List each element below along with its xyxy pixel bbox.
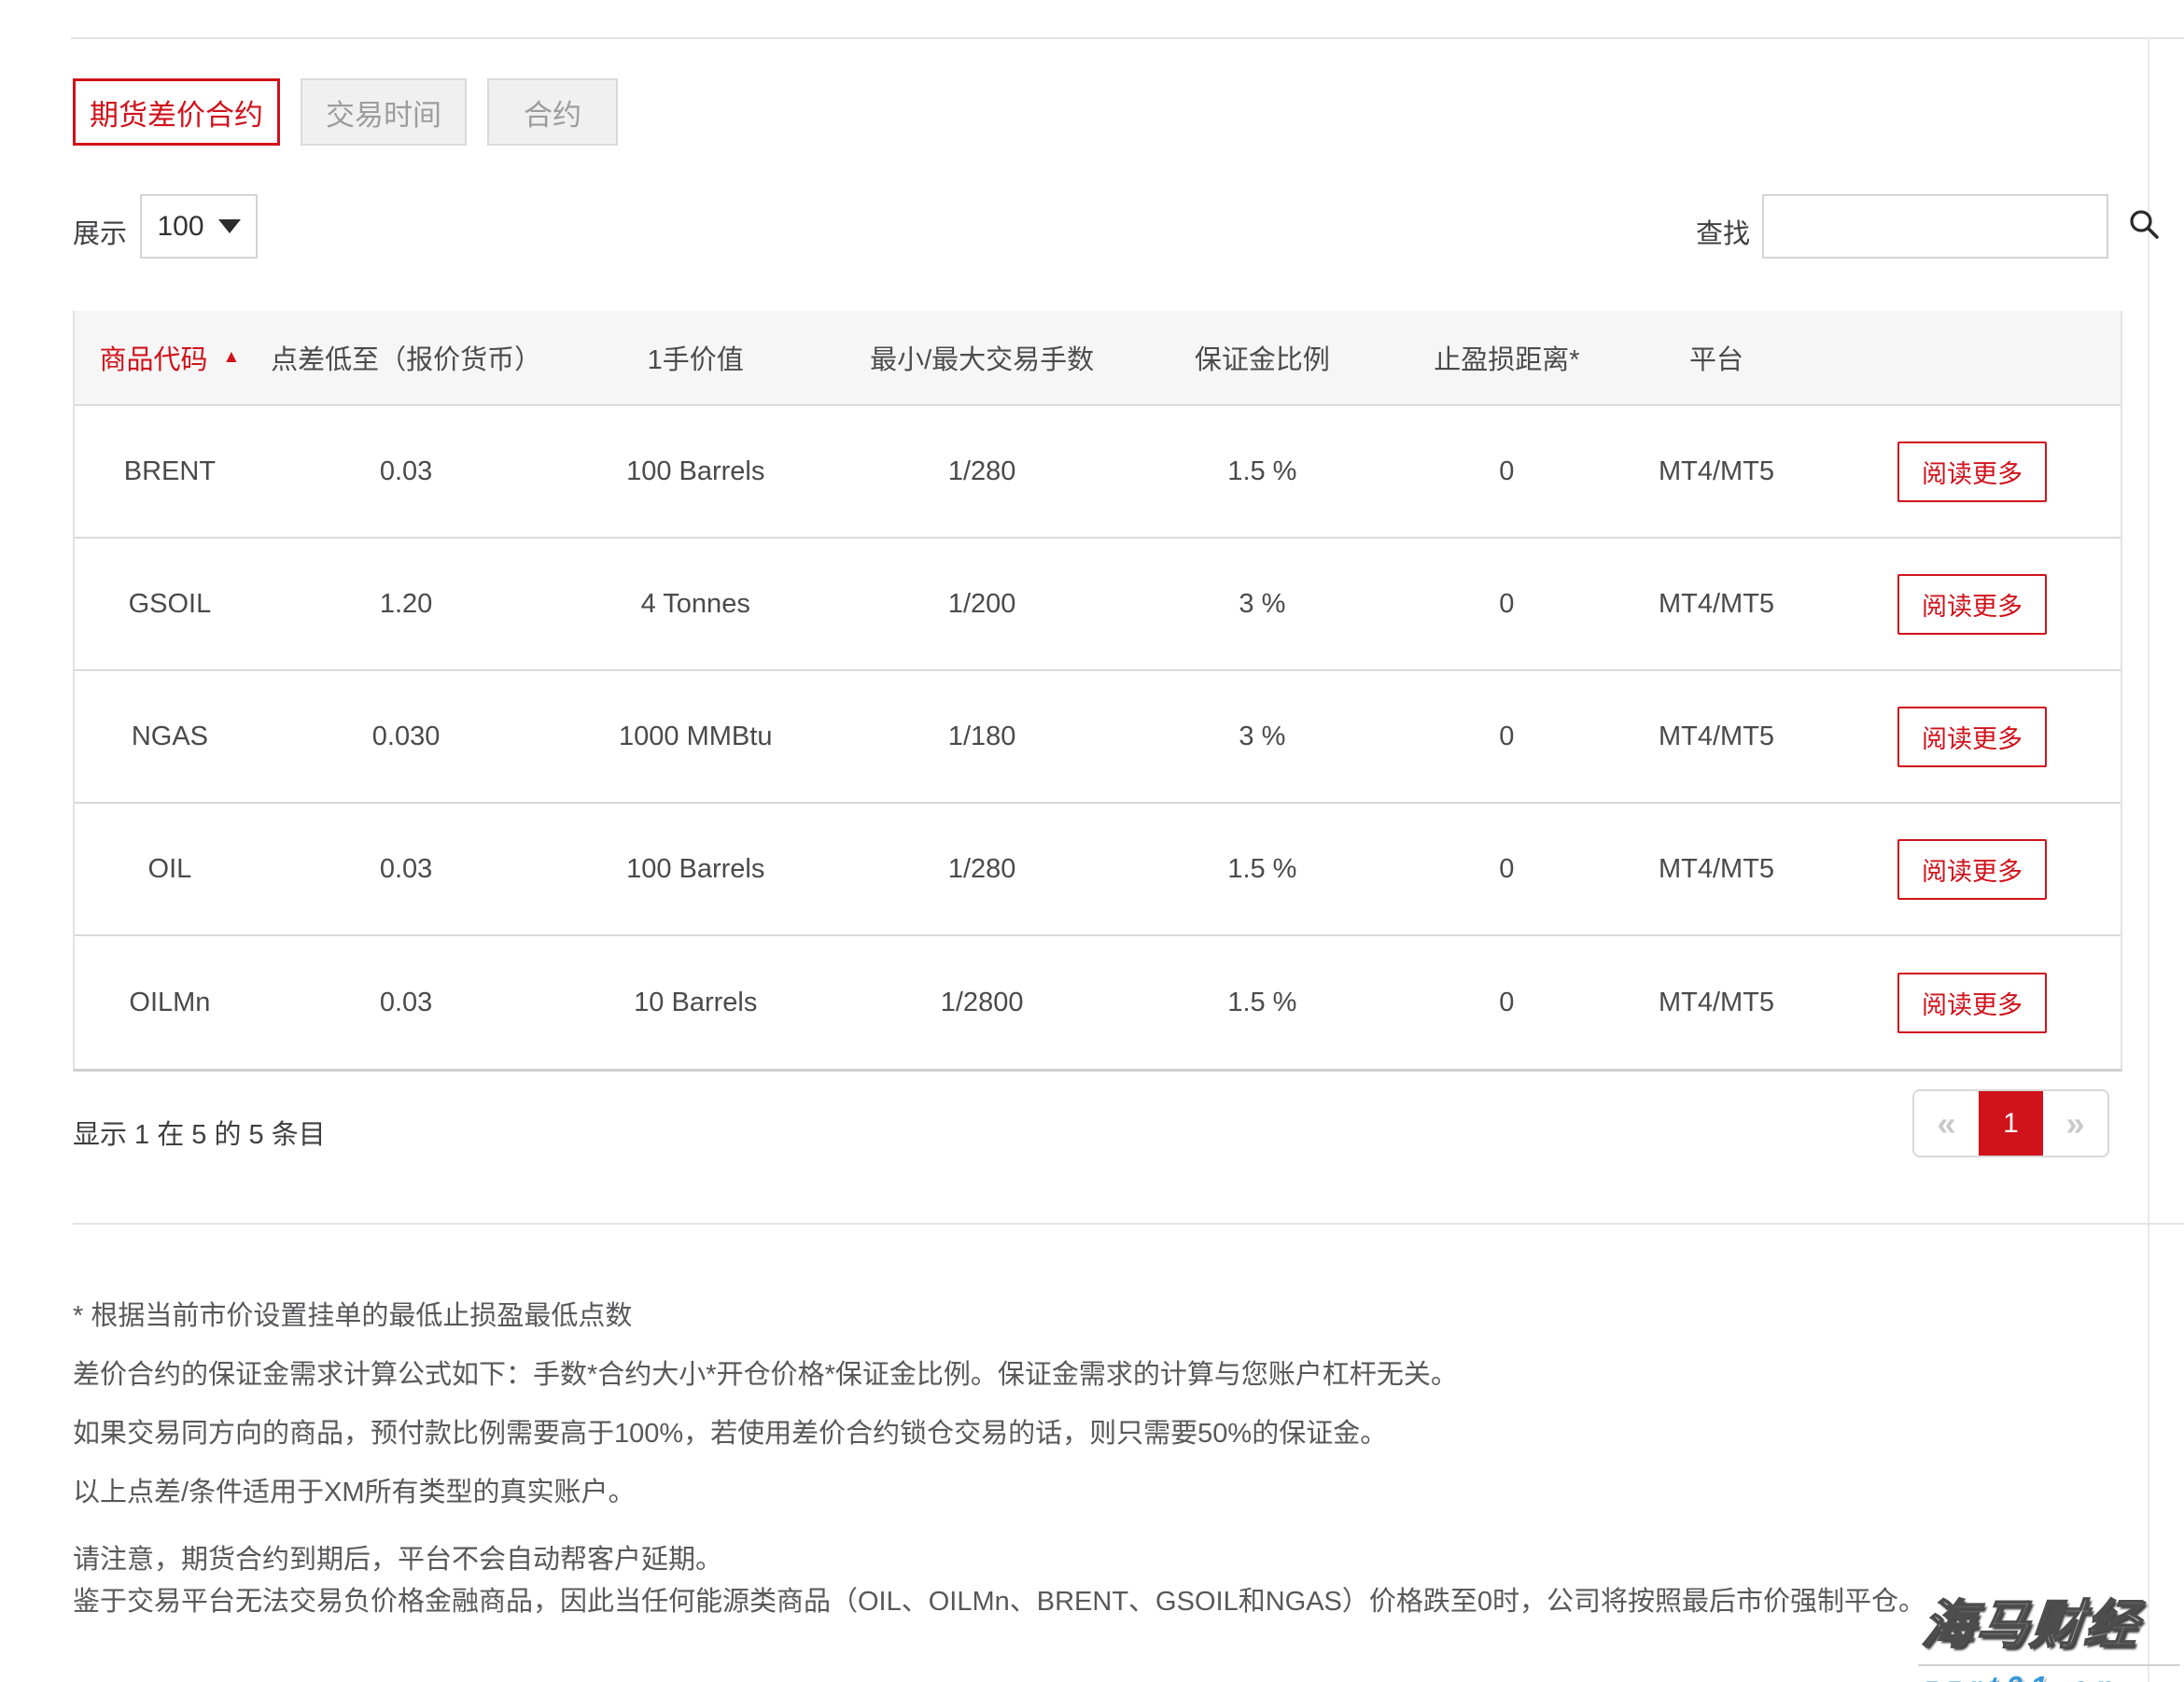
cell-spread: 0.030	[265, 722, 547, 752]
notice-block: 请注意，期货合约到期后，平台不会自动帮客户延期。 鉴于交易平台无法交易负价格金融…	[73, 1539, 1925, 1623]
cell-min-max-lots: 1/200	[844, 589, 1120, 620]
footnote-margin-formula: 差价合约的保证金需求计算公式如下：手数*合约大小*开仓价格*保证金比例。保证金需…	[73, 1358, 1458, 1392]
column-header-spread[interactable]: 点差低至（报价货币）	[265, 338, 547, 377]
column-header-symbol[interactable]: 商品代码 ▲	[75, 338, 265, 377]
sort-asc-icon: ▲	[223, 347, 241, 368]
footnote-hedged-margin: 如果交易同方向的商品，预付款比例需要高于100%，若使用差价合约锁仓交易的话，则…	[73, 1417, 1458, 1451]
read-more-button[interactable]: 阅读更多	[1897, 574, 2047, 635]
cell-platform: MT4/MT5	[1609, 722, 1824, 752]
tab-futures-cfd[interactable]: 期货差价合约	[73, 78, 280, 146]
pagination-prev-button[interactable]: «	[1914, 1091, 1979, 1156]
watermark-url: zzrt01.cn	[1923, 1670, 2184, 1682]
instruments-page: 期货差价合约 交易时间 合约 展示 100 查找 商品代码 ▲ 点差低至（报价货…	[0, 0, 2184, 1682]
cell-lot-value: 100 Barrels	[547, 456, 844, 487]
cell-spread: 0.03	[265, 988, 547, 1018]
table-row: OIL 0.03 100 Barrels 1/280 1.5 % 0 MT4/M…	[75, 804, 2121, 936]
cell-margin: 3 %	[1120, 589, 1405, 620]
cell-symbol: OIL	[75, 854, 265, 885]
entries-summary: 显示 1 在 5 的 5 条目	[73, 1113, 326, 1152]
cell-lot-value: 4 Tonnes	[547, 589, 844, 620]
table-header-row: 商品代码 ▲ 点差低至（报价货币） 1手价值 最小/最大交易手数 保证金比例 止…	[75, 311, 2121, 406]
watermark: 海马财经 zzrt01.cn	[1923, 1583, 2184, 1682]
cell-spread: 1.20	[265, 589, 547, 620]
cell-lot-value: 10 Barrels	[547, 988, 844, 1018]
cell-symbol: NGAS	[75, 722, 265, 752]
cell-min-max-lots: 1/2800	[844, 988, 1120, 1018]
cell-lot-value: 100 Barrels	[547, 854, 844, 885]
read-more-button[interactable]: 阅读更多	[1897, 973, 2047, 1033]
cell-spread: 0.03	[265, 456, 547, 487]
table-row: OILMn 0.03 10 Barrels 1/2800 1.5 % 0 MT4…	[75, 936, 2121, 1069]
page-size-label: 展示	[73, 212, 127, 251]
table-row: NGAS 0.030 1000 MMBtu 1/180 3 % 0 MT4/MT…	[75, 671, 2121, 804]
column-header-min-max-lots[interactable]: 最小/最大交易手数	[844, 338, 1120, 377]
cell-margin: 1.5 %	[1120, 988, 1405, 1018]
search-input[interactable]	[1764, 196, 2127, 257]
top-divider	[71, 37, 2184, 39]
cell-symbol: GSOIL	[75, 589, 265, 620]
cell-sl-tp: 0	[1405, 854, 1609, 885]
page-size-value: 100	[157, 211, 203, 243]
cell-lot-value: 1000 MMBtu	[547, 722, 844, 752]
footnote-sl-tp: * 根据当前市价设置挂单的最低止损盈最低点数	[73, 1299, 1458, 1333]
cell-platform: MT4/MT5	[1609, 456, 1824, 487]
table-row: GSOIL 1.20 4 Tonnes 1/200 3 % 0 MT4/MT5 …	[75, 539, 2121, 671]
cell-spread: 0.03	[265, 854, 547, 885]
cell-min-max-lots: 1/180	[844, 722, 1120, 752]
pagination-next-button[interactable]: »	[2043, 1091, 2107, 1156]
search-icon	[2127, 207, 2161, 245]
column-header-sl-tp[interactable]: 止盈损距离*	[1405, 338, 1609, 377]
cell-margin: 1.5 %	[1120, 456, 1405, 487]
column-header-platform[interactable]: 平台	[1609, 338, 1824, 377]
column-header-margin[interactable]: 保证金比例	[1120, 338, 1405, 377]
cell-margin: 1.5 %	[1120, 854, 1405, 885]
section-divider	[73, 1223, 2184, 1225]
column-header-lot-value[interactable]: 1手价值	[547, 338, 844, 377]
instruments-table: 商品代码 ▲ 点差低至（报价货币） 1手价值 最小/最大交易手数 保证金比例 止…	[73, 311, 2122, 1072]
tab-contract[interactable]: 合约	[487, 78, 618, 146]
table-row: BRENT 0.03 100 Barrels 1/280 1.5 % 0 MT4…	[75, 406, 2121, 539]
content-right-border	[2148, 37, 2149, 1682]
cell-platform: MT4/MT5	[1609, 589, 1824, 620]
notice-expiry: 请注意，期货合约到期后，平台不会自动帮客户延期。	[73, 1539, 1925, 1581]
footnote-accounts: 以上点差/条件适用于XM所有类型的真实账户。	[73, 1476, 1458, 1509]
cell-min-max-lots: 1/280	[844, 854, 1120, 885]
cell-sl-tp: 0	[1405, 456, 1609, 487]
cell-platform: MT4/MT5	[1609, 988, 1824, 1018]
search-label: 查找	[1696, 212, 1750, 251]
notice-negative-prices: 鉴于交易平台无法交易负价格金融商品，因此当任何能源类商品（OIL、OILMn、B…	[73, 1581, 1925, 1623]
cell-symbol: BRENT	[75, 456, 265, 487]
category-tabs: 期货差价合约 交易时间 合约	[73, 78, 618, 146]
cell-symbol: OILMn	[75, 988, 265, 1018]
pagination-page-1[interactable]: 1	[1979, 1091, 2043, 1156]
read-more-button[interactable]: 阅读更多	[1897, 839, 2047, 900]
tab-trading-hours[interactable]: 交易时间	[301, 78, 467, 146]
footnotes: * 根据当前市价设置挂单的最低止损盈最低点数 差价合约的保证金需求计算公式如下：…	[73, 1299, 1458, 1535]
page-size-select[interactable]: 100	[140, 194, 258, 259]
read-more-button[interactable]: 阅读更多	[1897, 442, 2047, 502]
cell-min-max-lots: 1/280	[844, 456, 1120, 487]
caret-down-icon	[218, 219, 241, 233]
cell-margin: 3 %	[1120, 722, 1405, 752]
cell-platform: MT4/MT5	[1609, 854, 1824, 885]
pagination: « 1 »	[1912, 1089, 2109, 1157]
watermark-logo: 海马财经	[1918, 1583, 2184, 1666]
cell-sl-tp: 0	[1405, 722, 1609, 752]
cell-sl-tp: 0	[1405, 589, 1609, 620]
cell-sl-tp: 0	[1405, 988, 1609, 1018]
search-box	[1762, 194, 2108, 259]
read-more-button[interactable]: 阅读更多	[1897, 707, 2047, 767]
